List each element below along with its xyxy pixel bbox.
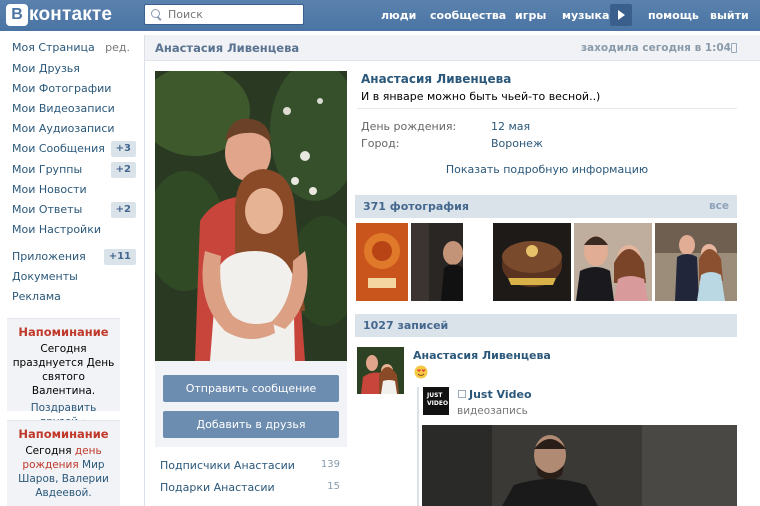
photo-thumb-image [356, 223, 408, 301]
sidebar-item-settings[interactable]: Мои Настройки [12, 221, 136, 239]
photos-count: 371 фотография [363, 200, 469, 213]
show-more-info-link[interactable]: Показать подробную информацию [357, 163, 737, 176]
smiling-face-with-heart-eyes-icon [414, 365, 428, 379]
sidebar-item-messages[interactable]: Мои Сообщения +3 [12, 140, 136, 158]
top-bar: В контакте люди сообщества игры музыка п… [0, 0, 760, 31]
subscribers-link[interactable]: Подписчики Анастасии 139 [160, 459, 340, 475]
search-box[interactable] [144, 4, 304, 25]
nav-people[interactable]: люди [381, 0, 416, 31]
sidebar-item-ads[interactable]: Реклама [12, 288, 136, 306]
nav-help[interactable]: помощь [648, 0, 699, 31]
city-value[interactable]: Воронеж [491, 137, 543, 150]
add-friend-button[interactable]: Добавить в друзья [163, 411, 339, 438]
post-author-name[interactable]: Анастасия Ливенцева [413, 349, 551, 362]
reminder-valentine: Напоминание Сегодня празднуется День свя… [7, 318, 120, 428]
sidebar-item-apps[interactable]: Приложения +11 [12, 248, 136, 266]
photo-thumb[interactable] [655, 223, 737, 301]
counter-badge: +11 [103, 249, 136, 265]
repost-source-name[interactable]: Just Video [457, 388, 532, 401]
photo-thumb[interactable] [411, 223, 463, 301]
subscribers-count: 139 [320, 459, 340, 470]
city-label: Город: [361, 137, 400, 150]
header-name: Анастасия Ливенцева [155, 41, 300, 55]
mobile-icon [731, 43, 737, 53]
divider [357, 108, 737, 109]
post-avatar-image [357, 347, 404, 394]
photo-thumb-image [655, 223, 737, 301]
counter-badge: +2 [110, 162, 136, 178]
repost-line [417, 387, 419, 506]
profile-status[interactable]: И в январе можно быть чьей-то весной..) [361, 90, 600, 103]
birthday-value[interactable]: 12 мая [491, 120, 530, 133]
photo-thumb[interactable] [356, 223, 408, 301]
edit-link[interactable]: ред. [105, 39, 130, 57]
counter-badge: +3 [110, 141, 136, 157]
sidebar-item-my-page[interactable]: Моя Страница ред. [12, 39, 136, 57]
sidebar-item-audio[interactable]: Мои Аудиозаписи [12, 120, 136, 138]
search-icon [150, 8, 163, 21]
last-seen: заходила сегодня в 1:04 [580, 42, 731, 54]
reminder-title: Напоминание [18, 325, 109, 339]
nav-music[interactable]: музыка [562, 0, 609, 31]
birthday-label: День рождения: [361, 120, 457, 133]
profile-photo-image [155, 71, 347, 361]
wall-section-header[interactable]: 1027 записей [355, 314, 737, 337]
photos-all-link[interactable]: все [709, 200, 729, 212]
nav-communities[interactable]: сообщества [430, 0, 506, 31]
repost-type: видеозапись [457, 405, 528, 417]
video-preview-image [422, 425, 737, 506]
reminder-birthday: Напоминание Сегодня день рождения Мир Ша… [7, 420, 120, 506]
wall-count: 1027 записей [363, 319, 449, 332]
photo-thumb-image [574, 223, 652, 301]
vk-logo[interactable]: В контакте [6, 3, 112, 27]
counter-badge: +2 [110, 202, 136, 218]
photo-thumb-image [493, 223, 571, 301]
photos-section-header[interactable]: 371 фотография все [355, 195, 737, 218]
sidebar-item-news[interactable]: Мои Новости [12, 181, 136, 199]
gifts-count: 15 [327, 481, 340, 492]
gifts-link[interactable]: Подарки Анастасии 15 [160, 481, 340, 497]
profile-name: Анастасия Ливенцева [361, 72, 512, 86]
reminder-title: Напоминание [18, 427, 109, 441]
reminder-text: Сегодня день рождения Мир Шаров, Валерии… [18, 445, 109, 499]
nav-games[interactable]: игры [515, 0, 546, 31]
profile-photo[interactable] [155, 71, 347, 361]
logo-badge: В [6, 4, 28, 26]
play-icon[interactable] [610, 4, 632, 26]
photo-thumb[interactable] [493, 223, 571, 301]
page-header: Анастасия Ливенцева заходила сегодня в 1… [145, 35, 760, 61]
video-preview[interactable] [422, 425, 737, 506]
reminder-text: Сегодня празднуется День святого Валенти… [12, 343, 115, 397]
nav-logout[interactable]: выйти [710, 0, 749, 31]
sidebar-item-videos[interactable]: Мои Видеозаписи [12, 100, 136, 118]
search-input[interactable] [168, 8, 298, 21]
sidebar-item-photos[interactable]: Мои Фотографии [12, 80, 136, 98]
profile-actions: Отправить сообщение Добавить в друзья [155, 361, 347, 447]
logo-text: контакте [29, 4, 113, 25]
sidebar-item-docs[interactable]: Документы [12, 268, 136, 286]
post-author-avatar[interactable] [357, 347, 404, 394]
profile-main: Анастасия Ливенцева заходила сегодня в 1… [144, 35, 760, 506]
sidebar-item-groups[interactable]: Мои Группы +2 [12, 161, 136, 179]
just-video-logo[interactable]: JUST VIDEO [423, 387, 449, 415]
sidebar-item-answers[interactable]: Мои Ответы +2 [12, 201, 136, 219]
photo-thumb-image [411, 223, 463, 301]
send-message-button[interactable]: Отправить сообщение [163, 375, 339, 402]
photo-thumb[interactable] [574, 223, 652, 301]
sidebar-item-friends[interactable]: Мои Друзья [12, 60, 136, 78]
